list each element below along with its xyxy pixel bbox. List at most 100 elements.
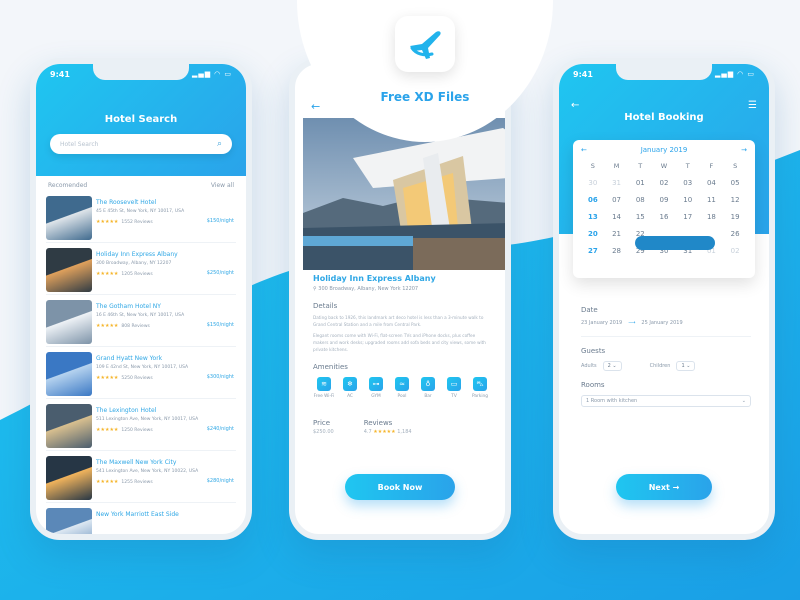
status-icons: ▂▄▆ ◠ ▭	[191, 70, 232, 78]
calendar-day[interactable]: 08	[628, 194, 652, 207]
rooms-select[interactable]: 1 Room with kitchen ⌄	[581, 395, 751, 407]
adults-label: Adults	[581, 363, 597, 369]
children-label: Children	[649, 363, 671, 369]
hotel-list-item[interactable]: Holiday Inn Express Albany 300 Broadway, …	[46, 245, 236, 295]
hotel-name: The Lexington Hotel	[96, 407, 157, 414]
back-arrow-icon[interactable]: ←	[571, 100, 579, 111]
phone-hotel-booking: 9:41 ▂▄▆ ◠ ▭ ← ☰ Hotel Booking ← January…	[553, 58, 775, 540]
calendar-day[interactable]: 30	[581, 177, 605, 190]
hotel-list: The Roosevelt Hotel 45 E 45th St, New Yor…	[36, 193, 246, 534]
amenity-label: TV	[451, 394, 457, 399]
calendar-day[interactable]: 13	[581, 211, 605, 224]
hotel-address: ⚲ 300 Broadway, Albany, New York 12207	[313, 286, 491, 292]
guests-label: Guests	[581, 347, 606, 355]
book-now-button[interactable]: Book Now	[345, 474, 455, 500]
next-month-icon[interactable]: →	[741, 146, 747, 154]
calendar-day[interactable]: 06	[581, 194, 605, 207]
calendar-day[interactable]: 05	[723, 177, 747, 190]
calendar-day[interactable]: 21	[605, 228, 629, 241]
hotel-info: The Roosevelt Hotel 45 E 45th St, New Yor…	[92, 193, 236, 242]
amenity-item: ≈ Pool	[391, 377, 413, 399]
calendar-day[interactable]: 07	[605, 194, 629, 207]
hotel-name: The Gotham Hotel NY	[96, 303, 161, 310]
weekday-label: W	[660, 162, 668, 170]
hotel-list-item[interactable]: The Roosevelt Hotel 45 E 45th St, New Yor…	[46, 193, 236, 243]
calendar-day[interactable]: 18	[700, 211, 724, 224]
amenity-item: ▭ TV	[443, 377, 465, 399]
back-arrow-icon[interactable]: ←	[311, 100, 320, 113]
hotel-list-item[interactable]: The Maxwell New York City 541 Lexington A…	[46, 453, 236, 503]
prev-month-icon[interactable]: ←	[581, 146, 587, 154]
status-icons: ▂▄▆ ◠ ▭	[714, 70, 755, 78]
hotel-list-item[interactable]: The Gotham Hotel NY 16 E 46th St, New Yor…	[46, 297, 236, 347]
calendar-day[interactable]: 12	[723, 194, 747, 207]
ac-icon: ❄	[343, 377, 357, 391]
calendar-day[interactable]: 02	[723, 245, 747, 258]
hotel-price: $300/night	[206, 374, 234, 380]
hotel-info: Holiday Inn Express Albany 300 Broadway, …	[92, 245, 236, 294]
rooms-value: 1 Room with kitchen	[586, 398, 638, 404]
calendar-day[interactable]: 01	[628, 177, 652, 190]
weekday-label: M	[613, 162, 620, 170]
hotel-price: $280/night	[206, 478, 234, 484]
weekday-label: T	[638, 162, 643, 170]
hotel-thumbnail	[46, 196, 92, 240]
hotel-price: $250/night	[206, 270, 234, 276]
next-button[interactable]: Next →	[616, 474, 712, 500]
search-icon[interactable]: ⌕	[217, 139, 222, 149]
children-select[interactable]: 1 ⌄	[676, 361, 696, 371]
recommended-header: Recomended View all	[36, 176, 246, 191]
price-value: $250.00	[313, 429, 334, 435]
calendar-day[interactable]: 31	[605, 177, 629, 190]
check-out-date[interactable]: 25 January 2019	[641, 320, 682, 326]
bar-icon: ♁	[421, 377, 435, 391]
check-in-date[interactable]: 23 January 2019	[581, 320, 622, 326]
hotel-list-item[interactable]: Grand Hyatt New York 109 E 42nd St, New Y…	[46, 349, 236, 399]
view-all-link[interactable]: View all	[211, 182, 234, 189]
hotel-thumbnail	[46, 352, 92, 396]
calendar-day[interactable]: 03	[676, 177, 700, 190]
calendar-day[interactable]: 15	[628, 211, 652, 224]
hotel-info: Grand Hyatt New York 109 E 42nd St, New Y…	[92, 349, 236, 398]
reviews-value: 4.7 ★★★★★ 1,184	[364, 429, 412, 435]
hotel-price: $240/night	[206, 426, 234, 432]
status-time: 9:41	[50, 70, 70, 79]
calendar-day[interactable]: 26	[723, 228, 747, 241]
page-title: Hotel Search	[104, 114, 178, 125]
calendar-day[interactable]: 28	[605, 245, 629, 258]
hotel-address: 109 E 42nd St, New York, NY 10017, USA	[96, 365, 189, 370]
arrow-right-icon: ⟶	[628, 320, 636, 326]
review-count: 808 Reviews	[121, 324, 150, 329]
adults-value: 2	[607, 363, 611, 369]
calendar-day[interactable]: 04	[700, 177, 724, 190]
chevron-down-icon: ⌄	[741, 398, 746, 404]
calendar-day[interactable]: 27	[581, 245, 605, 258]
rating-stars: ★★★★★	[96, 427, 119, 433]
rating-stars: ★★★★★	[96, 219, 119, 225]
children-value: 1	[681, 363, 685, 369]
hotel-list-item[interactable]: New York Marriott East Side	[46, 505, 236, 534]
calendar-day[interactable]: 11	[700, 194, 724, 207]
date-label: Date	[581, 306, 598, 314]
hotel-list-item[interactable]: The Lexington Hotel 511 Lexington Ave, Ne…	[46, 401, 236, 451]
weekday-label: S	[590, 162, 595, 170]
calendar: ← January 2019 → S M T W T F S 30 31 01 02 03 04 05 06…	[573, 140, 755, 278]
adults-select[interactable]: 2 ⌄	[602, 361, 622, 371]
recommended-label: Recomended	[48, 182, 88, 189]
amenity-label: Bar	[424, 394, 432, 399]
calendar-day[interactable]: 19	[723, 211, 747, 224]
review-count: 1205 Reviews	[121, 272, 153, 277]
page-title: Hotel Booking	[624, 112, 704, 123]
amenity-label: GYM	[371, 394, 381, 399]
review-count: 5250 Reviews	[121, 376, 153, 381]
calendar-day[interactable]: 10	[676, 194, 700, 207]
calendar-day[interactable]: 02	[652, 177, 676, 190]
calendar-day[interactable]: 20	[581, 228, 605, 241]
calendar-day[interactable]: 09	[652, 194, 676, 207]
calendar-day[interactable]: 14	[605, 211, 629, 224]
search-input[interactable]: Hotel Search ⌕	[50, 134, 232, 154]
menu-icon[interactable]: ☰	[748, 100, 757, 111]
date-range-row[interactable]: 23 January 2019 ⟶ 25 January 2019	[581, 320, 751, 326]
calendar-day[interactable]: 17	[676, 211, 700, 224]
calendar-day[interactable]: 16	[652, 211, 676, 224]
